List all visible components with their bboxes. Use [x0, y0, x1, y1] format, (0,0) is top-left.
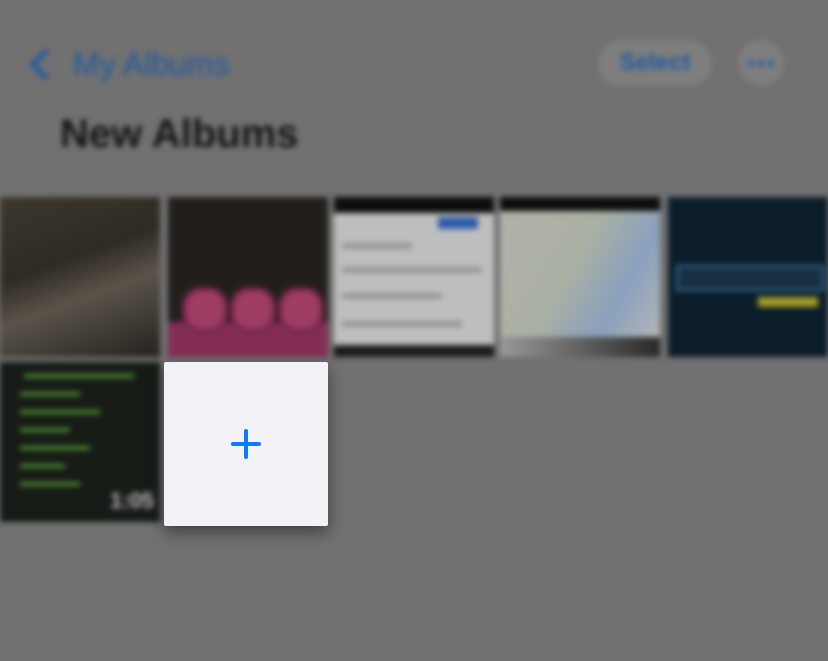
dim-overlay — [0, 0, 828, 661]
add-album-button[interactable] — [164, 362, 328, 526]
album-picker-background: My Albums Select New Albums 1:05 — [0, 0, 828, 661]
plus-icon — [231, 429, 261, 459]
